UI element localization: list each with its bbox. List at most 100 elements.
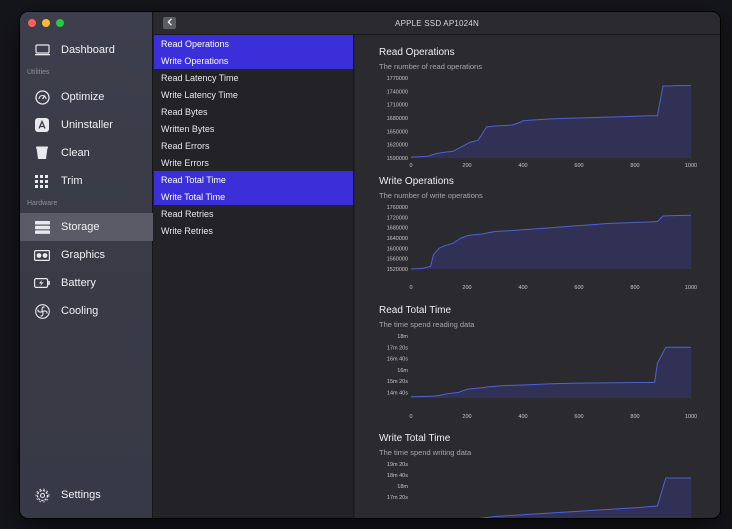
y-tick-label: 17m 20s [387,495,408,501]
chart-subtitle: The time spend writing data [379,448,472,457]
sidebar-item-label: Clean [61,147,90,159]
y-tick-label: 18m [397,334,408,340]
window-controls [28,19,64,27]
series-area [483,478,691,518]
chart-subtitle: The time spend reading data [379,320,475,329]
sidebar-item-dashboard[interactable]: Dashboard [20,36,153,64]
metric-item-read-errors[interactable]: Read Errors [154,137,353,154]
chart-read-total-time: Read Total Time The time spend reading d… [379,305,699,420]
chart-write-operations-plot: 1760000 1720000 1680000 1640000 1600000 15600… [387,205,698,291]
series-area [411,347,691,398]
charts-panel: Read Operations The number of read opera… [355,35,720,518]
sidebar-item-label: Cooling [61,305,99,317]
x-tick-label: 0 [409,285,412,291]
x-tick-label: 800 [630,414,639,420]
metric-item-read-operations[interactable]: Read Operations [154,35,353,52]
y-tick-label: 1740000 [387,89,408,95]
sidebar-item-label: Graphics [61,249,106,261]
sidebar-item-label: Battery [61,277,96,289]
zoom-window-button[interactable] [56,19,64,27]
metric-item-write-total-time[interactable]: Write Total Time [154,188,353,205]
y-tick-label: 1620000 [387,143,408,149]
sidebar: Dashboard Utilities Optimize Uninstaller… [20,12,153,518]
metric-item-write-operations[interactable]: Write Operations [154,52,353,69]
chart-title: Read Total Time [379,305,452,316]
y-tick-label: 1590000 [387,156,408,162]
title-bar: APPLE SSD AP1024N [154,12,720,35]
app-store-icon [34,117,50,133]
sidebar-item-label: Dashboard [61,44,115,56]
y-tick-label: 1680000 [387,116,408,122]
sidebar-item-label: Storage [61,221,100,233]
y-tick-label: 18m [397,484,408,490]
y-tick-label: 16m [397,368,408,374]
x-tick-label: 200 [462,414,471,420]
y-tick-label: 1650000 [387,129,408,135]
chart-write-total-time-plot: 19m 20s 18m 40s 18m 17m 20s [387,462,691,518]
section-label-hardware: Hardware [27,200,58,207]
x-tick-label: 0 [409,163,412,169]
y-tick-label: 1680000 [387,226,408,232]
close-window-button[interactable] [28,19,36,27]
sidebar-item-battery[interactable]: Battery [20,269,153,297]
gauge-icon [34,89,50,105]
chart-read-operations: Read Operations The number of read opera… [379,47,699,169]
sidebar-item-uninstaller[interactable]: Uninstaller [20,111,153,139]
y-tick-label: 15m 20s [387,379,408,385]
minimize-window-button[interactable] [42,19,50,27]
app-window: Dashboard Utilities Optimize Uninstaller… [20,12,720,518]
y-tick-label: 1520000 [387,267,408,273]
trash-icon [34,145,50,161]
chart-write-operations: Write Operations The number of write ope… [379,176,699,291]
metric-item-read-latency-time[interactable]: Read Latency Time [154,69,353,86]
x-tick-label: 800 [630,285,639,291]
sidebar-item-cooling[interactable]: Cooling [20,297,153,325]
sidebar-item-optimize[interactable]: Optimize [20,83,153,111]
x-tick-label: 1000 [685,414,697,420]
x-tick-label: 400 [518,285,527,291]
metric-item-write-retries[interactable]: Write Retries [154,222,353,239]
x-tick-label: 1000 [685,285,697,291]
x-tick-label: 200 [462,163,471,169]
metric-item-write-errors[interactable]: Write Errors [154,154,353,171]
metric-list: Read Operations Write Operations Read La… [154,35,354,518]
grid-icon [34,173,50,189]
sidebar-item-trim[interactable]: Trim [20,167,153,195]
metric-item-write-latency-time[interactable]: Write Latency Time [154,86,353,103]
metric-item-read-retries[interactable]: Read Retries [154,205,353,222]
metric-item-read-bytes[interactable]: Read Bytes [154,103,353,120]
x-tick-label: 600 [574,285,583,291]
sidebar-item-label: Uninstaller [61,119,113,131]
y-tick-label: 14m 40s [387,390,408,396]
section-label-utilities: Utilities [27,69,50,76]
x-tick-label: 600 [574,163,583,169]
back-button[interactable] [163,17,176,29]
chart-title: Read Operations [379,47,455,58]
sidebar-item-storage[interactable]: Storage [20,213,153,241]
sidebar-item-label: Trim [61,175,83,187]
sidebar-item-graphics[interactable]: Graphics [20,241,153,269]
sidebar-item-settings[interactable]: Settings [20,481,153,509]
gpu-icon [34,247,50,263]
chart-title: Write Total Time [379,433,451,444]
chart-read-total-time-plot: 18m 17m 20s 16m 40s 16m 15m 20s 14m 40s 0 200 40… [387,334,697,420]
drive-icon [34,219,50,235]
y-tick-label: 16m 40s [387,357,408,363]
gear-icon [34,487,50,503]
battery-icon [34,275,50,291]
metric-item-read-total-time[interactable]: Read Total Time [154,171,353,188]
sidebar-item-label: Optimize [61,91,105,103]
x-tick-label: 0 [409,414,412,420]
y-tick-label: 19m 20s [387,462,408,468]
x-tick-label: 200 [462,285,471,291]
sidebar-item-label: Settings [61,489,101,501]
chart-subtitle: The number of read operations [379,62,482,71]
x-tick-label: 400 [518,163,527,169]
x-tick-label: 800 [630,163,639,169]
monitor-icon [34,42,50,58]
sidebar-item-clean[interactable]: Clean [20,139,153,167]
y-tick-label: 1720000 [387,215,408,221]
x-tick-label: 600 [574,414,583,420]
y-tick-label: 18m 40s [387,473,408,479]
metric-item-written-bytes[interactable]: Written Bytes [154,120,353,137]
